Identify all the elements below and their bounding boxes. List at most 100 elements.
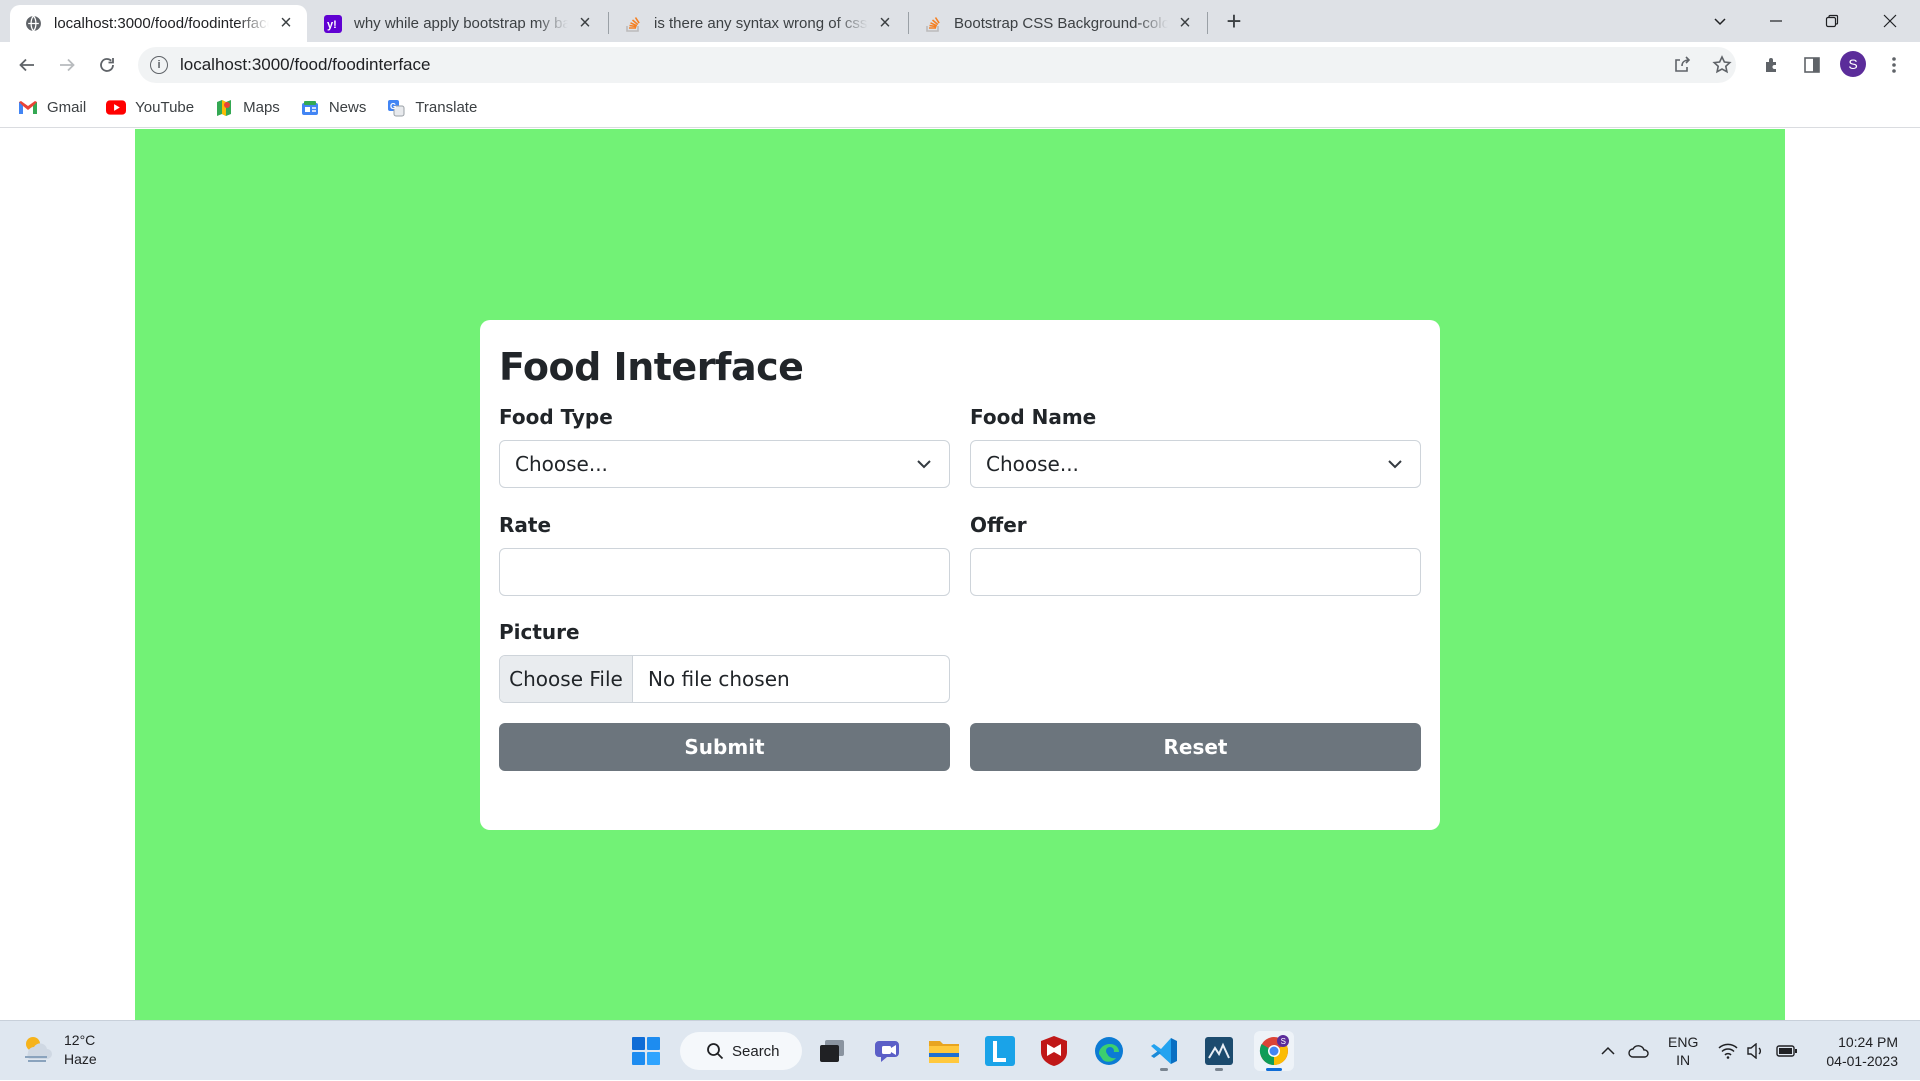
bookmark-youtube[interactable]: YouTube xyxy=(106,99,194,116)
yahoo-icon: y! xyxy=(324,14,342,33)
tab-title: localhost:3000/food/foodinterface xyxy=(54,15,269,32)
browser-toolbar: i localhost:3000/food/foodinterface S xyxy=(0,42,1920,88)
profile-avatar[interactable]: S xyxy=(1840,51,1866,77)
mcafee-icon[interactable] xyxy=(1034,1031,1074,1071)
tab-search-icon[interactable] xyxy=(1692,0,1748,42)
l-app-icon[interactable] xyxy=(980,1031,1020,1071)
bookmark-label: News xyxy=(328,99,367,116)
vscode-icon[interactable] xyxy=(1144,1031,1184,1071)
gmail-icon xyxy=(18,100,38,116)
rate-input[interactable] xyxy=(499,548,950,596)
onedrive-icon[interactable] xyxy=(1628,1021,1650,1081)
offer-input[interactable] xyxy=(970,548,1421,596)
file-status: No file chosen xyxy=(648,667,790,691)
chevron-down-icon xyxy=(917,460,931,469)
news-icon xyxy=(300,100,320,116)
close-tab-icon[interactable]: × xyxy=(576,12,594,34)
close-window-button[interactable] xyxy=(1862,0,1918,42)
tab-title: is there any syntax wrong of css xyxy=(654,15,868,32)
mysql-workbench-icon[interactable] xyxy=(1199,1031,1239,1071)
taskbar-search[interactable]: Search xyxy=(680,1032,802,1070)
tab-bootstrap-bg[interactable]: Bootstrap CSS Background-color × xyxy=(910,5,1206,42)
menu-icon[interactable] xyxy=(1878,49,1910,81)
share-icon[interactable] xyxy=(1666,49,1698,81)
submit-button[interactable]: Submit xyxy=(499,723,950,771)
reset-button[interactable]: Reset xyxy=(970,723,1421,771)
edge-icon[interactable] xyxy=(1089,1031,1129,1071)
maps-icon xyxy=(214,99,234,116)
tab-bootstrap-question[interactable]: y! why while apply bootstrap my ba × xyxy=(310,5,606,42)
chevron-down-icon xyxy=(1388,460,1402,469)
restore-button[interactable] xyxy=(1804,0,1860,42)
offer-label: Offer xyxy=(970,513,1027,537)
food-type-value: Choose... xyxy=(515,452,608,476)
battery-icon[interactable] xyxy=(1776,1021,1798,1081)
svg-text:G: G xyxy=(390,102,396,111)
reload-button[interactable] xyxy=(91,49,123,81)
minimize-button[interactable] xyxy=(1748,0,1804,42)
bookmark-label: Maps xyxy=(243,99,280,116)
food-form-card: Food Interface Food Type Choose... Food … xyxy=(480,320,1440,830)
svg-text:y!: y! xyxy=(327,19,337,31)
volume-icon[interactable] xyxy=(1746,1021,1766,1081)
search-label: Search xyxy=(732,1042,780,1060)
forward-button[interactable] xyxy=(51,49,83,81)
tab-food-interface[interactable]: localhost:3000/food/foodinterface × xyxy=(10,5,307,42)
lang-top: ENG xyxy=(1668,1034,1699,1050)
close-tab-icon[interactable]: × xyxy=(1176,12,1194,34)
tab-css-syntax[interactable]: is there any syntax wrong of css × xyxy=(610,5,906,42)
bookmark-maps[interactable]: Maps xyxy=(214,99,280,116)
food-name-value: Choose... xyxy=(986,452,1079,476)
show-hidden-icons[interactable] xyxy=(1600,1021,1616,1081)
teams-chat-icon[interactable] xyxy=(868,1031,908,1071)
site-info-icon[interactable]: i xyxy=(150,56,168,74)
tab-strip: localhost:3000/food/foodinterface × y! w… xyxy=(0,0,1920,42)
food-type-label: Food Type xyxy=(499,405,613,429)
language-indicator[interactable]: ENG IN xyxy=(1668,1021,1698,1081)
food-name-select[interactable]: Choose... xyxy=(970,440,1421,488)
food-type-select[interactable]: Choose... xyxy=(499,440,950,488)
side-panel-icon[interactable] xyxy=(1796,49,1828,81)
file-explorer-icon[interactable] xyxy=(924,1031,964,1071)
bookmark-label: Gmail xyxy=(47,99,87,116)
search-icon xyxy=(707,1043,724,1060)
green-container: Food Interface Food Type Choose... Food … xyxy=(135,129,1785,1020)
chrome-icon[interactable]: S xyxy=(1254,1031,1294,1071)
windows-taskbar: 12°C Haze Search S ENG IN 10:24 PM 04-01… xyxy=(0,1020,1920,1080)
lang-bottom: IN xyxy=(1676,1052,1691,1068)
form-title: Food Interface xyxy=(499,345,804,389)
weather-widget[interactable]: 12°C Haze xyxy=(20,1031,97,1069)
weather-temp: 12°C xyxy=(64,1032,96,1048)
weather-desc: Haze xyxy=(64,1051,97,1067)
page-viewport: Food Interface Food Type Choose... Food … xyxy=(0,129,1920,1020)
bookmark-star-icon[interactable] xyxy=(1706,49,1738,81)
stackoverflow-icon xyxy=(624,15,642,33)
bookmark-news[interactable]: News xyxy=(300,99,367,116)
wifi-icon[interactable] xyxy=(1718,1021,1738,1081)
clock-date: 04-01-2023 xyxy=(1826,1053,1898,1069)
youtube-icon xyxy=(106,100,127,116)
extensions-icon[interactable] xyxy=(1756,49,1788,81)
start-windows-icon[interactable] xyxy=(626,1031,666,1071)
bookmarks-bar: Gmail YouTube Maps News G Translate xyxy=(0,88,1920,128)
tab-title: Bootstrap CSS Background-color xyxy=(954,15,1168,32)
new-tab-button[interactable]: + xyxy=(1220,6,1248,36)
close-tab-icon[interactable]: × xyxy=(277,12,295,34)
stackoverflow-icon xyxy=(924,15,942,33)
bookmark-label: Translate xyxy=(415,99,478,116)
weather-haze-icon xyxy=(20,1033,54,1068)
bookmark-gmail[interactable]: Gmail xyxy=(18,99,86,116)
clock[interactable]: 10:24 PM 04-01-2023 xyxy=(1812,1033,1898,1071)
active-indicator xyxy=(1266,1068,1282,1071)
tab-separator xyxy=(1207,12,1208,34)
svg-text:S: S xyxy=(1281,1037,1286,1046)
picture-file-input[interactable]: Choose File No file chosen xyxy=(499,655,950,703)
address-bar[interactable]: i localhost:3000/food/foodinterface xyxy=(138,47,1736,83)
translate-icon: G xyxy=(386,99,406,116)
bookmark-label: YouTube xyxy=(135,99,195,116)
choose-file-button[interactable]: Choose File xyxy=(500,656,633,702)
close-tab-icon[interactable]: × xyxy=(876,12,894,34)
task-view-icon[interactable] xyxy=(812,1031,852,1071)
bookmark-translate[interactable]: G Translate xyxy=(386,99,477,116)
back-button[interactable] xyxy=(11,49,43,81)
